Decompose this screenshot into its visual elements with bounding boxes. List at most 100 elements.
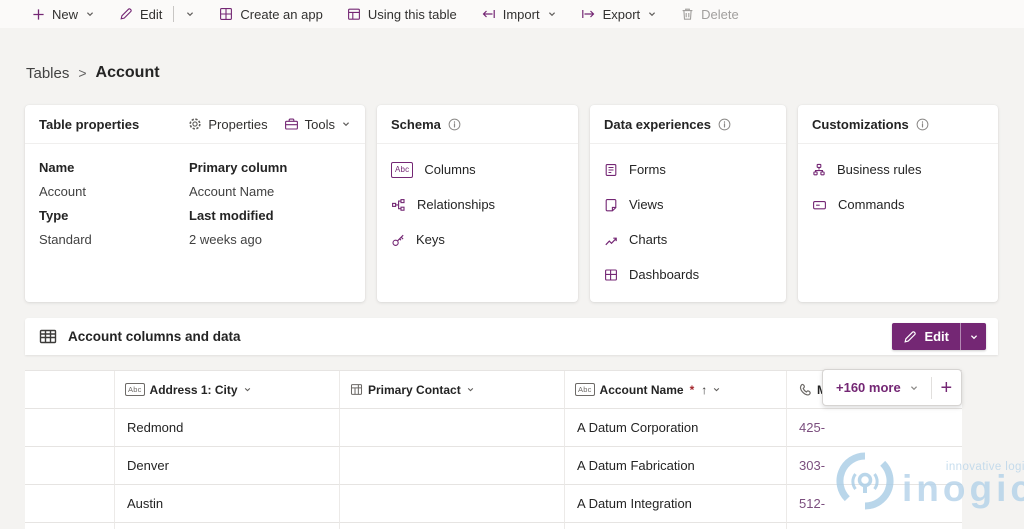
tools-label: Tools xyxy=(304,116,335,132)
keys-label: Keys xyxy=(416,232,445,247)
chevron-down-icon[interactable] xyxy=(185,9,195,19)
column-header-label: Account Name xyxy=(599,382,684,397)
chevron-down-icon[interactable] xyxy=(909,383,919,393)
pencil-icon xyxy=(119,7,133,21)
cell-city[interactable]: Austin xyxy=(115,485,340,523)
row-selector-header[interactable] xyxy=(25,371,115,409)
abc-columns-icon: Abc xyxy=(391,161,414,178)
dashboards-icon xyxy=(604,268,618,282)
row-selector[interactable] xyxy=(25,485,115,523)
schema-title: Schema xyxy=(391,116,441,132)
cell-city[interactable] xyxy=(115,523,340,529)
cell-primary-contact[interactable] xyxy=(340,523,565,529)
relationships-label: Relationships xyxy=(417,197,496,212)
sort-ascending-icon: ↑ xyxy=(701,382,708,397)
row-selector[interactable] xyxy=(25,409,115,447)
column-header-primary-contact[interactable]: Primary Contact xyxy=(340,371,565,409)
cell-account-name[interactable]: A Datum Integration xyxy=(565,485,787,523)
field-label: Last modified xyxy=(189,208,274,223)
chevron-down-icon xyxy=(547,9,557,19)
chevron-down-icon xyxy=(85,9,95,19)
cell-main-phone[interactable]: 512- xyxy=(787,485,962,523)
cell-city[interactable]: Redmond xyxy=(115,409,340,447)
chevron-down-icon xyxy=(647,9,657,19)
abc-text-icon: Abc xyxy=(575,382,595,397)
column-header-address1-city[interactable]: Abc Address 1: City xyxy=(115,371,340,409)
forms-link[interactable]: Forms xyxy=(604,152,772,187)
edit-split-button[interactable]: Edit xyxy=(119,6,195,22)
edit-label: Edit xyxy=(140,6,163,22)
new-label: New xyxy=(52,6,79,22)
data-experiences-card: Data experiences Forms Views Charts Dash… xyxy=(590,105,786,302)
charts-link[interactable]: Charts xyxy=(604,222,772,257)
export-button[interactable]: Export xyxy=(581,7,658,22)
divider xyxy=(930,376,932,399)
properties-button[interactable]: Properties xyxy=(188,116,268,132)
views-link[interactable]: Views xyxy=(604,187,772,222)
trash-icon xyxy=(681,7,694,21)
cell-main-phone[interactable] xyxy=(787,523,962,529)
row-selector[interactable] xyxy=(25,447,115,485)
cell-account-name[interactable]: A Datum Corporation xyxy=(565,409,787,447)
cell-city[interactable]: Denver xyxy=(115,447,340,485)
cell-account-name[interactable]: A Datum Fabrication xyxy=(565,447,787,485)
columns-label: Columns xyxy=(424,162,476,177)
forms-icon xyxy=(604,163,618,177)
business-rules-link[interactable]: Business rules xyxy=(812,152,984,187)
page-title: Account xyxy=(95,64,160,81)
columns-link[interactable]: Abc Columns xyxy=(391,152,564,187)
divider xyxy=(173,6,175,22)
commands-link[interactable]: Commands xyxy=(812,187,984,222)
cell-primary-contact[interactable] xyxy=(340,485,565,523)
table-window-icon xyxy=(347,7,361,21)
info-icon xyxy=(718,118,731,131)
properties-label: Properties xyxy=(208,116,268,132)
relationships-link[interactable]: Relationships xyxy=(391,187,564,222)
cell-primary-contact[interactable] xyxy=(340,409,565,447)
field-value: Account Name xyxy=(189,184,275,199)
views-icon xyxy=(604,198,618,212)
row-selector[interactable] xyxy=(25,523,115,529)
chevron-down-icon xyxy=(712,385,721,394)
dashboards-label: Dashboards xyxy=(629,267,700,282)
dashboards-link[interactable]: Dashboards xyxy=(604,257,772,292)
import-button[interactable]: Import xyxy=(481,7,557,22)
using-this-table-label: Using this table xyxy=(367,6,457,22)
grid-edit-chevron[interactable] xyxy=(960,323,986,350)
cell-main-phone[interactable]: 425- xyxy=(787,409,962,447)
relationships-icon xyxy=(391,198,406,212)
field-value: Account xyxy=(39,184,86,199)
app-grid-icon xyxy=(219,7,233,21)
abc-text-icon: Abc xyxy=(125,382,145,397)
grid-edit-split-button[interactable]: Edit xyxy=(892,323,986,350)
delete-button: Delete xyxy=(681,7,739,22)
field-label: Type xyxy=(39,208,69,223)
forms-label: Forms xyxy=(629,162,666,177)
required-asterisk: * xyxy=(689,382,695,397)
charts-icon xyxy=(604,233,618,247)
breadcrumb-tables-link[interactable]: Tables xyxy=(26,65,69,82)
table-properties-title: Table properties xyxy=(39,116,140,132)
table-properties-fields: Name Primary column Account Account Name… xyxy=(25,144,365,252)
keys-link[interactable]: Keys xyxy=(391,222,564,257)
add-column-button[interactable]: + xyxy=(940,378,953,398)
gear-icon xyxy=(188,117,202,131)
cell-account-name[interactable] xyxy=(565,523,787,529)
info-icon xyxy=(448,118,461,131)
grid-edit-button[interactable]: Edit xyxy=(892,323,960,350)
table-lookup-icon xyxy=(350,383,363,396)
tools-button[interactable]: Tools xyxy=(284,117,351,132)
create-an-app-button[interactable]: Create an app xyxy=(219,7,323,22)
chevron-down-icon xyxy=(466,385,475,394)
breadcrumb: Tables > Account xyxy=(26,64,160,82)
grid-edit-label: Edit xyxy=(924,329,949,344)
cell-main-phone[interactable]: 303- xyxy=(787,447,962,485)
using-this-table-button[interactable]: Using this table xyxy=(347,7,457,22)
new-button[interactable]: New xyxy=(32,7,95,22)
field-value: Standard xyxy=(39,232,92,247)
cell-primary-contact[interactable] xyxy=(340,447,565,485)
column-header-account-name[interactable]: Abc Account Name * ↑ xyxy=(565,371,787,409)
more-columns-button[interactable]: +160 more xyxy=(836,380,901,395)
business-rules-icon xyxy=(812,163,826,177)
customizations-title: Customizations xyxy=(812,116,909,132)
